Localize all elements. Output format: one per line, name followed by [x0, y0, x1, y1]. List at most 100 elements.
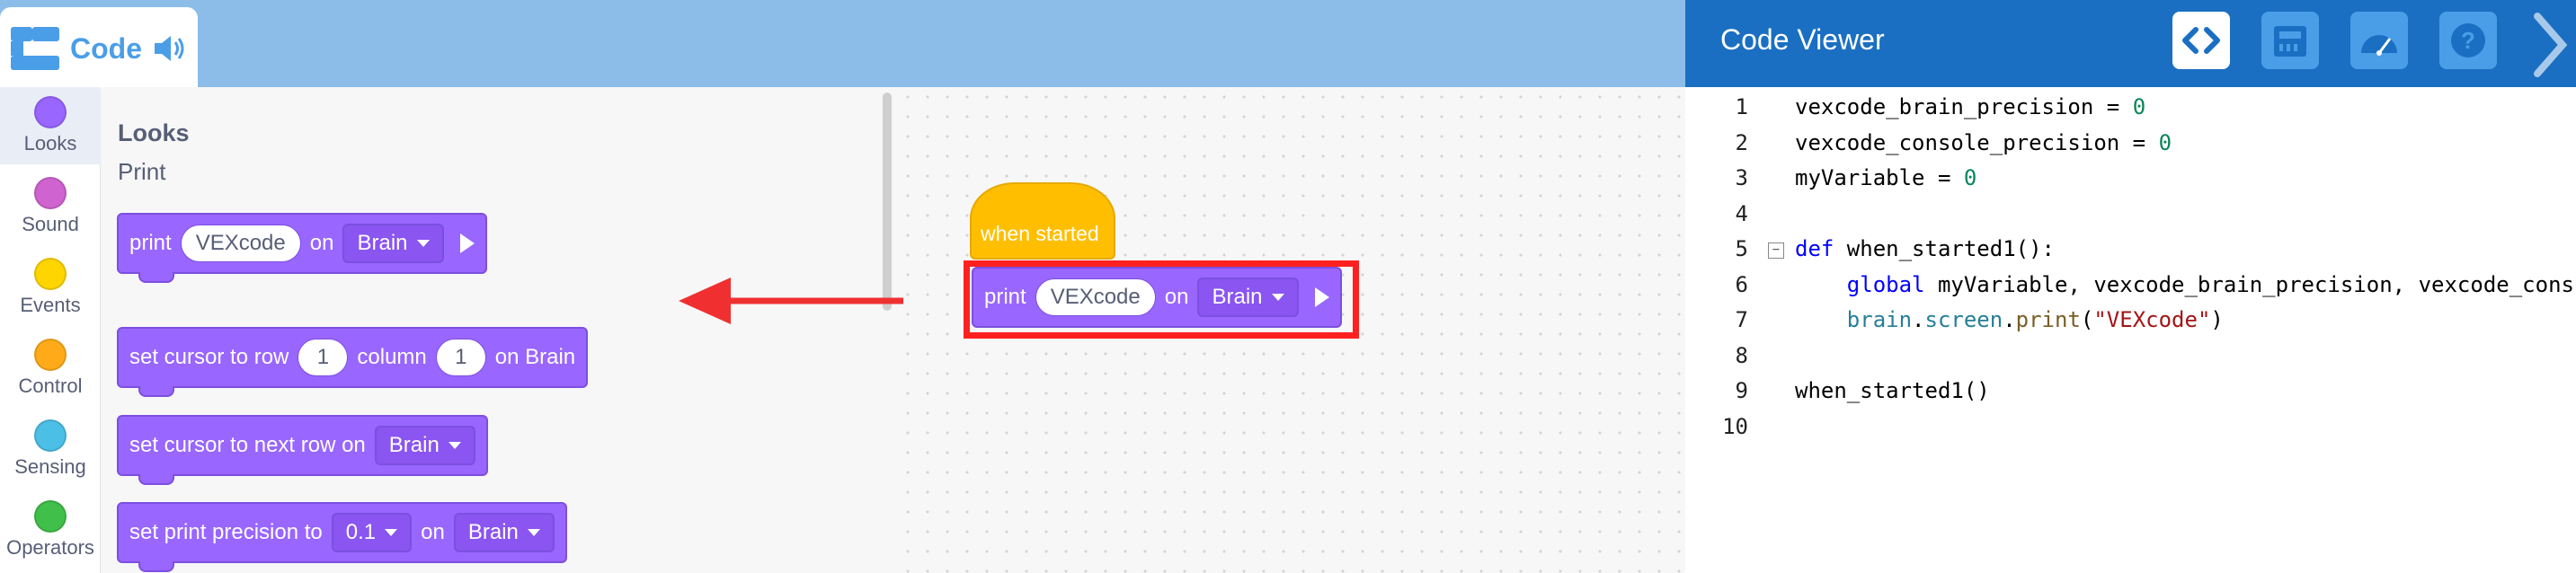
block-keyword: print: [129, 231, 172, 255]
speaker-icon[interactable]: [151, 31, 187, 66]
palette-title: Looks: [118, 119, 190, 146]
dropdown-value: Brain: [388, 433, 440, 457]
target-dropdown[interactable]: Brain: [374, 426, 475, 465]
line-number: 3: [1735, 165, 1748, 190]
block-keyword: set cursor to next row on: [129, 433, 366, 457]
palette-subtitle: Print: [118, 158, 166, 185]
category-label: Sensing: [14, 455, 86, 478]
code-text: def when_started1():: [1795, 236, 2055, 261]
code-text: when_started1(): [1795, 378, 1990, 403]
set-print-precision-block[interactable]: set print precision to 0.1 on Brain: [117, 502, 567, 572]
hat-label: when started: [981, 222, 1099, 245]
when-started-hat-block[interactable]: when started: [970, 182, 1115, 260]
dropdown-value: Brain: [467, 520, 519, 544]
brain-device-icon: [2274, 26, 2306, 57]
block-notch: [138, 386, 174, 397]
code-line[interactable]: 7 brain.screen.print("VEXcode"): [1685, 307, 2576, 339]
code-text: brain.screen.print("VEXcode"): [1846, 307, 2224, 332]
code-viewer-title: Code Viewer: [1720, 23, 1885, 56]
category-label: Events: [20, 294, 81, 316]
block-keyword: on: [421, 520, 445, 544]
dashboard-button[interactable]: [2350, 12, 2408, 69]
target-dropdown[interactable]: Brain: [453, 513, 555, 552]
svg-text:?: ?: [2461, 27, 2475, 54]
code-brackets-icon: [2182, 27, 2220, 54]
code-line[interactable]: 5 − def when_started1():: [1685, 236, 2576, 269]
sensing-dot-icon: [34, 419, 67, 452]
caret-down-icon: [448, 442, 461, 449]
column-input[interactable]: 1: [435, 339, 486, 376]
code-line[interactable]: 4: [1685, 201, 2576, 234]
set-cursor-next-row-block[interactable]: set cursor to next row on Brain: [117, 415, 488, 485]
row-input[interactable]: 1: [298, 339, 349, 376]
line-number: 10: [1722, 413, 1748, 439]
block-keyword: on: [309, 231, 334, 255]
dropdown-value: 0.1: [345, 520, 377, 544]
caret-down-icon: [416, 240, 430, 247]
line-number: 9: [1735, 378, 1748, 403]
precision-dropdown[interactable]: 0.1: [331, 513, 413, 552]
play-icon[interactable]: [459, 234, 475, 253]
top-bar: Code: [0, 0, 1685, 90]
code-tab[interactable]: Code: [0, 7, 198, 90]
caret-down-icon: [527, 529, 540, 536]
code-line[interactable]: 3 myVariable = 0: [1685, 165, 2576, 198]
gauge-icon: [2361, 35, 2397, 56]
category-operators[interactable]: Operators: [0, 500, 101, 560]
code-editor[interactable]: 1 vexcode_brain_precision = 0 2 vexcode_con…: [1685, 87, 2576, 573]
category-sensing[interactable]: Sensing: [0, 419, 101, 479]
set-cursor-row-block[interactable]: set cursor to row 1 column 1 on Brain: [117, 327, 589, 397]
device-button[interactable]: [2261, 12, 2319, 69]
line-number: 8: [1735, 342, 1748, 368]
code-line[interactable]: 10: [1685, 414, 2576, 446]
print-block[interactable]: print VEXcode on Brain: [117, 213, 487, 283]
code-line[interactable]: 1 vexcode_brain_precision = 0: [1685, 94, 2576, 127]
line-number: 7: [1735, 307, 1748, 332]
category-label: Operators: [6, 536, 94, 559]
code-line[interactable]: 8: [1685, 343, 2576, 375]
text-input[interactable]: VEXcode: [180, 225, 301, 262]
category-label: Control: [18, 375, 83, 397]
line-number: 6: [1735, 271, 1748, 297]
block-keyword: set print precision to: [129, 520, 323, 544]
code-viewer-header: Code Viewer ?: [1685, 0, 2576, 87]
category-looks[interactable]: Looks: [0, 87, 101, 164]
category-menu: Looks Sound Events Control Sensing Opera…: [0, 87, 101, 573]
control-dot-icon: [34, 339, 67, 371]
block-keyword: on Brain: [494, 345, 576, 369]
line-number: 1: [1735, 94, 1748, 119]
code-line[interactable]: 9 when_started1(): [1685, 378, 2576, 410]
block-notch: [138, 561, 174, 572]
code-text: global myVariable, vexcode_brain_precisi…: [1846, 271, 2574, 297]
highlight-box: [964, 260, 1359, 339]
chevron-right-icon[interactable]: [2528, 9, 2572, 81]
block-palette: Looks Print print VEXcode on Brain set c…: [102, 87, 897, 573]
workspace-canvas[interactable]: when started print VEXcode on Brain: [898, 87, 1685, 573]
code-toggle-button[interactable]: [2172, 12, 2230, 69]
looks-dot-icon: [34, 96, 67, 128]
caret-down-icon: [385, 529, 398, 536]
left-arrow-icon: [679, 278, 903, 324]
category-events[interactable]: Events: [0, 258, 101, 317]
dropdown-value: Brain: [357, 231, 408, 255]
line-number: 4: [1735, 200, 1748, 226]
category-control[interactable]: Control: [0, 339, 101, 398]
line-number: 2: [1735, 129, 1748, 155]
operators-dot-icon: [34, 500, 67, 533]
code-text: vexcode_brain_precision = 0: [1795, 94, 2146, 119]
category-label: Looks: [23, 132, 77, 154]
blocks-icon: [11, 27, 59, 70]
category-sound[interactable]: Sound: [0, 177, 101, 236]
fold-toggle-icon[interactable]: −: [1768, 242, 1784, 259]
block-keyword: set cursor to row: [129, 345, 289, 369]
code-tab-label: Code: [70, 31, 142, 65]
line-number: 5: [1735, 236, 1748, 261]
sound-dot-icon: [34, 177, 67, 209]
code-line[interactable]: 6 global myVariable, vexcode_brain_preci…: [1685, 272, 2576, 304]
events-dot-icon: [34, 258, 67, 290]
code-line[interactable]: 2 vexcode_console_precision = 0: [1685, 130, 2576, 163]
code-text: myVariable = 0: [1795, 165, 1977, 190]
block-notch: [138, 272, 174, 283]
target-dropdown[interactable]: Brain: [342, 224, 444, 263]
help-button[interactable]: ?: [2439, 12, 2497, 69]
